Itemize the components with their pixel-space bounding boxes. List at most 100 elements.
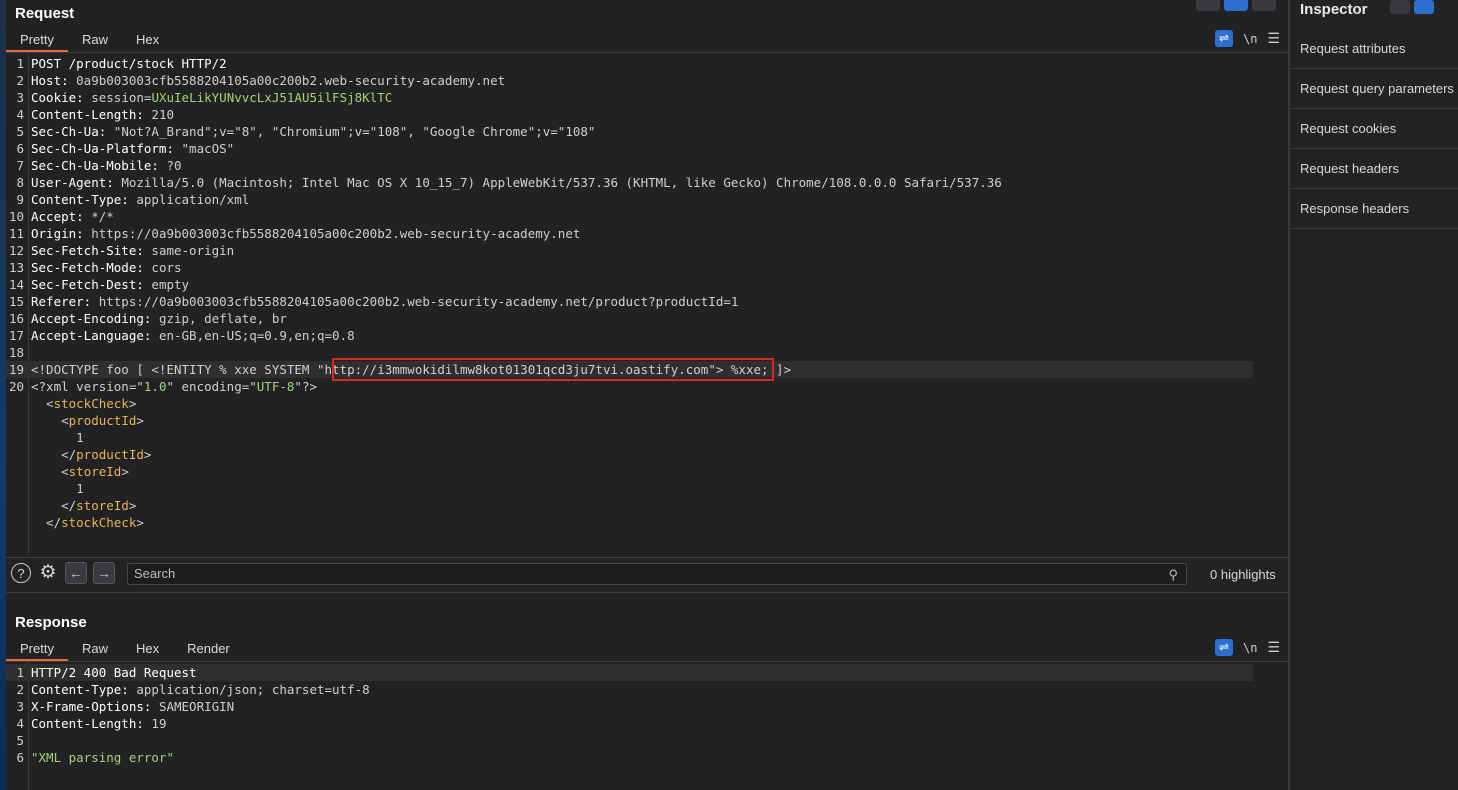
code-token: storeId [68, 464, 122, 479]
code-token: Cookie: [31, 90, 92, 105]
line-text: Content-Length: 19 [31, 715, 166, 732]
code-line: 4 Content-Length: 210 [6, 106, 1288, 123]
code-line: 6 Sec-Ch-Ua-Platform: "macOS" [6, 140, 1288, 157]
code-token: User-Agent: [31, 175, 122, 190]
request-editor[interactable]: 1 POST /product/stock HTTP/2 2 Host: 0a9b00… [6, 55, 1288, 531]
inspector-layout-buttons [1390, 0, 1434, 14]
line-text: <?xml version="1.0" encoding="UTF-8"?> [31, 378, 317, 395]
line-text: 1 [31, 480, 84, 497]
line-number: 13 [8, 260, 24, 275]
code-token: <!DOCTYPE foo [ <!ENTITY % xxe SYSTEM [31, 362, 317, 377]
code-line: 1 POST /product/stock HTTP/2 [6, 55, 1288, 72]
code-line: 6 "XML parsing error" [6, 749, 1288, 766]
code-token: */* [91, 209, 114, 224]
code-token: productId [76, 447, 144, 462]
response-toolbar: ⇌ \n ☰ [1214, 639, 1280, 656]
code-token: 210 [151, 107, 174, 122]
line-number: 1 [16, 56, 24, 71]
line-text: POST /product/stock HTTP/2 [31, 55, 227, 72]
wrap-lines-icon[interactable]: ⇌ [1214, 30, 1233, 47]
highlight-box [332, 358, 774, 381]
line-number: 3 [16, 90, 24, 105]
code-token: "?> [294, 379, 317, 394]
code-line: 7 Sec-Ch-Ua-Mobile: ?0 [6, 157, 1288, 174]
code-token: cors [151, 260, 182, 275]
menu-icon[interactable]: ☰ [1267, 639, 1280, 656]
tab-response-raw[interactable]: Raw [68, 639, 122, 661]
line-text: Content-Length: 210 [31, 106, 174, 123]
line-number: 14 [8, 277, 24, 292]
code-line: 5 [6, 732, 1288, 749]
code-token: " encoding=" [166, 379, 257, 394]
code-token: Host: [31, 73, 77, 88]
show-newlines-button[interactable]: \n [1243, 32, 1257, 46]
code-line: 5 Sec-Ch-Ua: "Not?A_Brand";v="8", "Chromi… [6, 123, 1288, 140]
inspector-title: Inspector [1300, 1, 1368, 18]
line-text: Accept: */* [31, 208, 114, 225]
code-token: HTTP/2 400 Bad Request [31, 665, 197, 680]
line-number: 15 [8, 294, 24, 309]
tab-request-raw[interactable]: Raw [68, 30, 122, 52]
code-token: Accept: [31, 209, 92, 224]
code-token: Content-Type: [31, 192, 137, 207]
search-placeholder: Search [134, 566, 176, 581]
code-token: 1.0 [143, 379, 167, 394]
wrap-lines-icon[interactable]: ⇌ [1214, 639, 1233, 656]
line-number: 3 [16, 699, 24, 714]
code-line: 8 User-Agent: Mozilla/5.0 (Macintosh; Int… [6, 174, 1288, 191]
inspector-request-query-parameters[interactable]: Request query parameters [1290, 69, 1458, 109]
line-number: 5 [16, 124, 24, 139]
tab-request-hex[interactable]: Hex [122, 30, 173, 52]
code-token: </ [31, 498, 77, 513]
help-icon[interactable]: ? [11, 563, 31, 583]
response-tabs: Pretty Raw Hex Render [6, 639, 244, 661]
code-line: 12 Sec-Fetch-Site: same-origin [6, 242, 1288, 259]
code-token: > [121, 464, 129, 479]
line-number: 4 [16, 107, 24, 122]
code-line: </storeId> [6, 497, 1288, 514]
inspector-request-headers[interactable]: Request headers [1290, 149, 1458, 189]
inspector-response-headers[interactable]: Response headers [1290, 189, 1458, 229]
inspector-layout-button-active[interactable] [1414, 0, 1434, 14]
line-number: 2 [16, 73, 24, 88]
layout-tabs-button[interactable] [1252, 0, 1276, 11]
gear-icon[interactable]: ⚙ [38, 563, 58, 583]
show-newlines-button[interactable]: \n [1243, 641, 1257, 655]
line-text: <storeId> [31, 463, 129, 480]
layout-side-by-side-button[interactable] [1196, 0, 1220, 11]
code-line: <productId> [6, 412, 1288, 429]
code-token: ?0 [166, 158, 182, 173]
code-token: Mozilla/5.0 (Macintosh; Intel Mac OS X 1… [121, 175, 1002, 190]
code-token: > [136, 515, 144, 530]
divider [6, 52, 1288, 53]
line-number: 4 [16, 716, 24, 731]
arrow-left-icon[interactable]: ← [65, 562, 87, 584]
response-editor[interactable]: 1 HTTP/2 400 Bad Request 2 Content-Type: ap… [6, 664, 1288, 766]
tab-request-pretty[interactable]: Pretty [6, 30, 68, 52]
code-token: < [31, 464, 69, 479]
line-number: 11 [8, 226, 24, 241]
code-token: Sec-Ch-Ua-Platform: [31, 141, 182, 156]
line-text: Sec-Ch-Ua: "Not?A_Brand";v="8", "Chromiu… [31, 123, 595, 140]
code-token: POST /product/stock HTTP/2 [31, 56, 227, 71]
line-number: 5 [16, 733, 24, 748]
layout-top-bottom-button[interactable] [1224, 0, 1248, 11]
line-text: Referer: https://0a9b003003cfb5588204105… [31, 293, 738, 310]
tab-response-hex[interactable]: Hex [122, 639, 173, 661]
layout-toggle [1196, 0, 1276, 11]
search-input[interactable]: Search ⚲ [127, 563, 1187, 585]
arrow-right-icon[interactable]: → [93, 562, 115, 584]
inspector-request-attributes[interactable]: Request attributes [1290, 29, 1458, 69]
code-line: 16 Accept-Encoding: gzip, deflate, br [6, 310, 1288, 327]
tab-response-render[interactable]: Render [173, 639, 244, 661]
line-number: 8 [16, 175, 24, 190]
tab-response-pretty[interactable]: Pretty [6, 639, 68, 661]
code-line: </stockCheck> [6, 514, 1288, 531]
code-line: 2 Host: 0a9b003003cfb5588204105a00c200b2.… [6, 72, 1288, 89]
inspector-request-cookies[interactable]: Request cookies [1290, 109, 1458, 149]
code-token: application/xml [136, 192, 250, 207]
menu-icon[interactable]: ☰ [1267, 30, 1280, 47]
line-number: 9 [16, 192, 24, 207]
inspector-layout-button[interactable] [1390, 0, 1410, 14]
search-icon[interactable]: ⚲ [1168, 565, 1178, 585]
